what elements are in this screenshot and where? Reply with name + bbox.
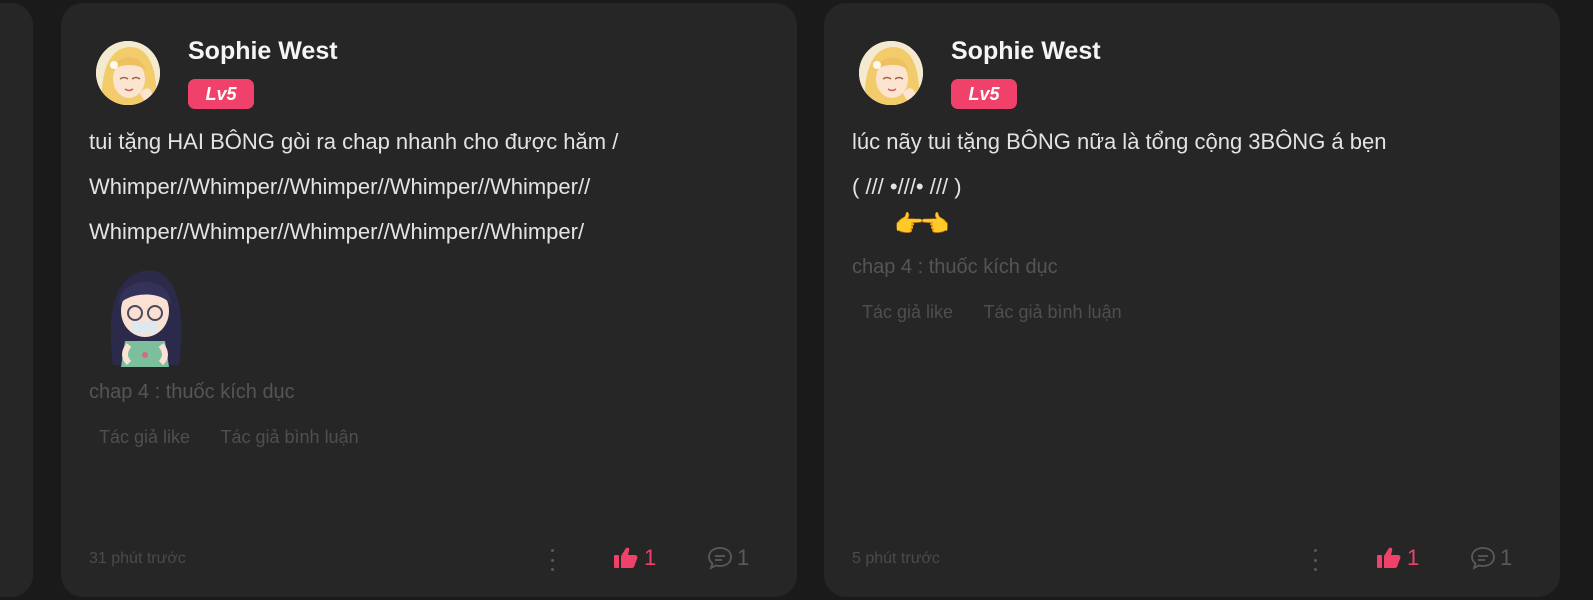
comment-line: Whimper//Whimper//Whimper//Whimper//Whim… (89, 219, 585, 244)
like-count: 1 (1407, 545, 1420, 570)
chapter-link[interactable]: chap 4 : thuốc kích dục (852, 256, 1058, 279)
author-actions: Tác giả like Tác giả bình luận (99, 427, 385, 448)
level-badge: Lv5 (188, 79, 254, 109)
like-button[interactable]: 1 (1377, 545, 1419, 571)
reply-button[interactable]: 1 (707, 545, 749, 571)
comment-bubble-icon (708, 547, 732, 570)
thumbs-up-icon (1377, 547, 1401, 568)
comment-card: Sophie West Lv5 lúc nãy tui tặng BÔNG nữ… (824, 3, 1560, 597)
author-like-tag[interactable]: Tác giả like (99, 427, 190, 447)
author-like-tag[interactable]: Tác giả like (862, 302, 953, 322)
author-reply-tag[interactable]: Tác giả bình luận (221, 427, 359, 447)
like-button[interactable]: 1 (614, 545, 656, 571)
comment-bubble-icon (1471, 547, 1495, 570)
emoji-pointing-fingers: 👉👈 (894, 211, 950, 238)
more-options-icon[interactable] (1311, 549, 1319, 571)
comment-line: Whimper//Whimper//Whimper//Whimper//Whim… (89, 174, 591, 199)
level-badge: Lv5 (951, 79, 1017, 109)
sticker-image (103, 261, 187, 369)
username[interactable]: Sophie West (951, 37, 1101, 66)
comment-line: ( /// •///• /// ) (852, 174, 962, 199)
comment-line: tui tặng HAI BÔNG gòi ra chap nhanh cho … (89, 129, 619, 154)
comment-line: lúc nãy tui tặng BÔNG nữa là tổng cộng 3… (852, 129, 1387, 154)
username[interactable]: Sophie West (188, 37, 338, 66)
comment-card: Sophie West Lv5 tui tặng HAI BÔNG gòi ra… (61, 3, 797, 597)
author-reply-tag[interactable]: Tác giả bình luận (984, 302, 1122, 322)
reply-count: 1 (737, 545, 750, 570)
comment-card-previous (0, 3, 33, 597)
comment-body: lúc nãy tui tặng BÔNG nữa là tổng cộng 3… (852, 119, 1532, 209)
chapter-link[interactable]: chap 4 : thuốc kích dục (89, 381, 295, 404)
reply-count: 1 (1500, 545, 1513, 570)
thumbs-up-icon (614, 547, 638, 568)
like-count: 1 (644, 545, 657, 570)
avatar-image (96, 41, 160, 105)
avatar[interactable] (859, 41, 923, 105)
more-options-icon[interactable] (548, 549, 556, 571)
avatar-image (859, 41, 923, 105)
avatar[interactable] (96, 41, 160, 105)
timestamp: 5 phút trước (852, 550, 940, 567)
comment-body: tui tặng HAI BÔNG gòi ra chap nhanh cho … (89, 119, 769, 254)
author-actions: Tác giả like Tác giả bình luận (862, 302, 1148, 323)
reply-button[interactable]: 1 (1470, 545, 1512, 571)
timestamp: 31 phút trước (89, 550, 186, 567)
